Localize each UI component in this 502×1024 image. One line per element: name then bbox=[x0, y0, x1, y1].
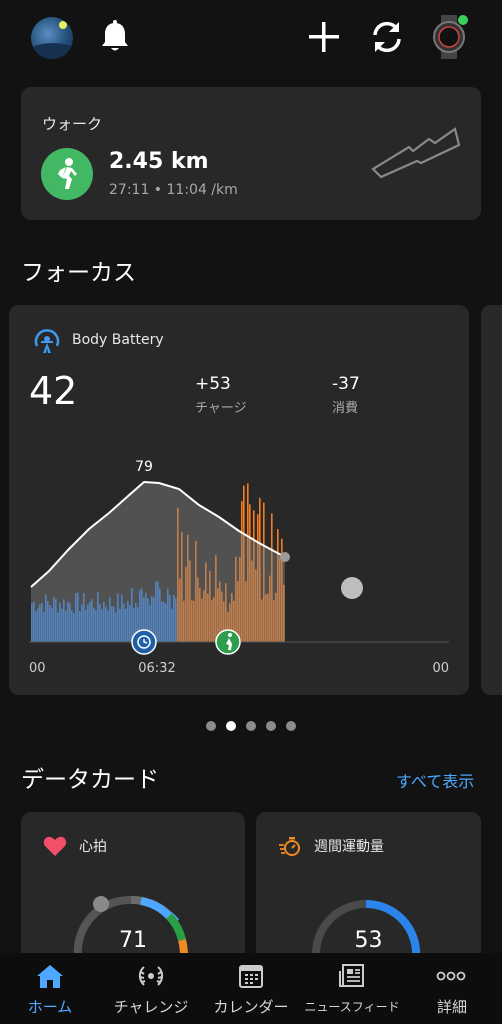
body-battery-title: Body Battery bbox=[72, 332, 164, 348]
card-pager bbox=[0, 716, 502, 731]
avatar-moon bbox=[59, 21, 67, 29]
body-battery-chart: 79 00 06:32 00 bbox=[29, 459, 449, 676]
activity-title: ウォーク bbox=[42, 115, 103, 133]
pager-dot[interactable] bbox=[266, 721, 276, 731]
body-battery-icon bbox=[34, 329, 60, 353]
nav-newsfeed-label: ニュースフィード bbox=[304, 1000, 400, 1014]
body-battery-value: 42 bbox=[29, 369, 78, 413]
activity-card[interactable]: ウォーク 2.45 km 27:11 • 11:04 /km bbox=[21, 87, 481, 220]
x-label-mid: 06:32 bbox=[138, 661, 175, 676]
activity-detail: 27:11 • 11:04 /km bbox=[109, 182, 238, 198]
charge-label: チャージ bbox=[195, 401, 247, 416]
watch-icon[interactable] bbox=[430, 14, 468, 60]
walk-marker-icon bbox=[215, 629, 241, 655]
more-icon bbox=[436, 971, 466, 981]
watch-status-dot bbox=[458, 15, 468, 25]
plus-icon[interactable] bbox=[304, 17, 344, 57]
next-card-peek[interactable] bbox=[481, 305, 502, 695]
nav-more-label: 詳細 bbox=[436, 998, 467, 1016]
nav-more[interactable]: 詳細 bbox=[412, 953, 492, 1024]
nav-challenges-label: チャレンジ bbox=[113, 998, 189, 1016]
calendar-icon bbox=[239, 965, 263, 988]
laurel-icon bbox=[138, 966, 164, 986]
x-label-end: 00 bbox=[432, 661, 449, 676]
battery-level-area bbox=[31, 482, 285, 642]
charge-value: +53 bbox=[195, 374, 231, 394]
activity-distance: 2.45 km bbox=[109, 149, 209, 174]
scroll-marker[interactable] bbox=[341, 577, 363, 599]
sync-icon[interactable] bbox=[367, 17, 407, 57]
weekly-intensity-title: 週間運動量 bbox=[314, 839, 384, 855]
home-icon bbox=[37, 965, 63, 988]
pager-dot[interactable] bbox=[246, 721, 256, 731]
profile-avatar[interactable] bbox=[31, 17, 73, 59]
bottom-navigation: ホーム チャレンジ カレンダー ニュースフィード 詳細 bbox=[0, 953, 502, 1024]
pager-dot[interactable] bbox=[206, 721, 216, 731]
drain-label: 消費 bbox=[332, 401, 359, 416]
peak-label: 79 bbox=[135, 459, 153, 475]
focus-section-title: フォーカス bbox=[21, 260, 136, 286]
see-all-link[interactable]: すべて表示 bbox=[396, 768, 474, 792]
nav-calendar-label: カレンダー bbox=[213, 998, 289, 1016]
pager-dot[interactable] bbox=[286, 721, 296, 731]
sleep-marker-icon bbox=[131, 629, 157, 655]
body-battery-card[interactable]: Body Battery 42 +53 チャージ -37 消費 79 00 06… bbox=[9, 305, 469, 695]
weekly-intensity-card[interactable]: 週間運動量 53 bbox=[256, 812, 481, 978]
nav-challenges[interactable]: チャレンジ bbox=[103, 953, 199, 1024]
bell-icon[interactable] bbox=[95, 17, 135, 57]
walk-icon bbox=[41, 148, 93, 200]
nav-home[interactable]: ホーム bbox=[8, 953, 92, 1024]
pager-dot[interactable] bbox=[226, 721, 236, 731]
heart-rate-value: 71 bbox=[119, 928, 147, 953]
nav-calendar[interactable]: カレンダー bbox=[206, 953, 296, 1024]
x-label-start: 00 bbox=[29, 661, 46, 676]
avatar-image bbox=[31, 43, 73, 59]
stopwatch-icon bbox=[279, 837, 300, 856]
weekly-intensity-value: 53 bbox=[354, 928, 383, 953]
current-level-dot bbox=[280, 552, 290, 562]
data-cards-title: データカード bbox=[21, 767, 159, 793]
heart-rate-card[interactable]: 心拍 71 bbox=[21, 812, 245, 972]
heart-rate-title: 心拍 bbox=[79, 839, 107, 855]
nav-home-label: ホーム bbox=[27, 998, 73, 1016]
heart-icon bbox=[43, 836, 67, 856]
nav-newsfeed[interactable]: ニュースフィード bbox=[300, 953, 404, 1024]
top-bar bbox=[0, 0, 502, 72]
route-map bbox=[371, 127, 461, 179]
drain-value: -37 bbox=[332, 374, 360, 394]
newsfeed-icon bbox=[339, 964, 364, 987]
